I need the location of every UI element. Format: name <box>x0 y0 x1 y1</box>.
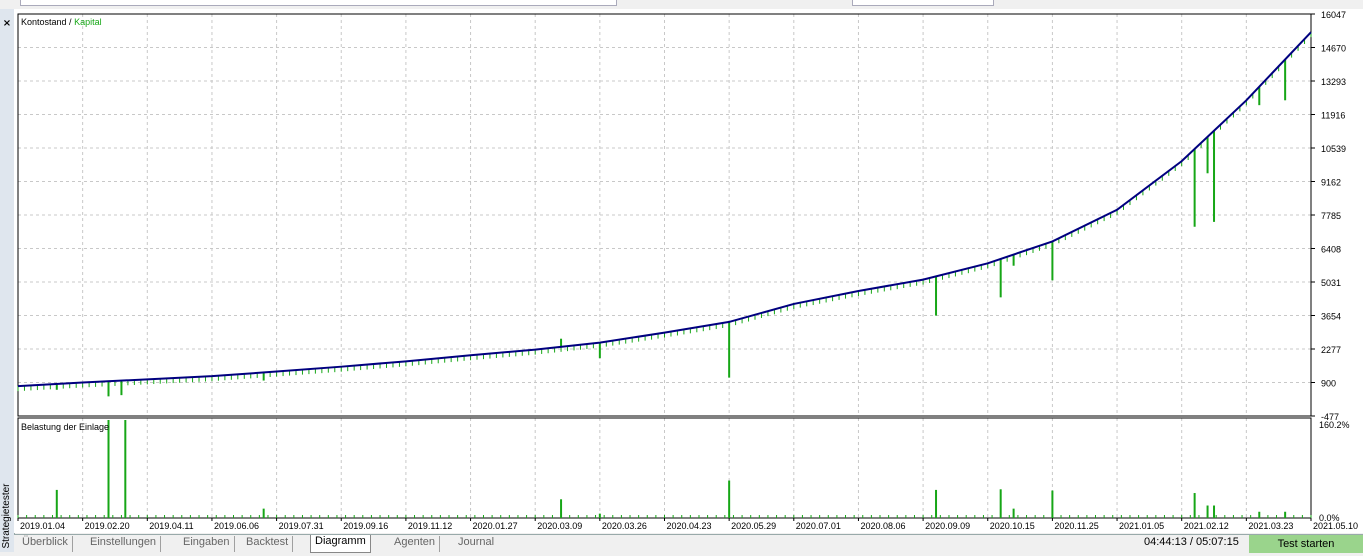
toolbar-field[interactable] <box>20 0 617 6</box>
x-tick-label: 2020.08.06 <box>860 521 905 531</box>
top-chart-grid <box>17 13 1312 417</box>
x-tick-label: 2019.11.12 <box>408 521 452 531</box>
x-tick-label: 2019.04.11 <box>149 521 193 531</box>
x-tick-label: 2020.01.27 <box>473 521 518 531</box>
y-tick-label: 6408 <box>1321 245 1341 255</box>
x-axis: 2019.01.04 2019.02.20 2019.04.11 2019.06.06… <box>17 518 1358 531</box>
strategy-tester-side-panel: × Strategietester <box>0 9 15 552</box>
x-tick-label: 2020.10.15 <box>990 521 1035 531</box>
tab-agents[interactable]: Agenten <box>390 536 440 552</box>
top-y-axis: 16047 14670 13293 11916 10539 9162 7785 6408 503… <box>1311 10 1346 422</box>
y-tick-label: 2277 <box>1321 345 1341 355</box>
y-tick-label: 13293 <box>1321 77 1346 87</box>
x-tick-label: 2021.01.05 <box>1119 521 1164 531</box>
elapsed-time-readout: 04:44:13 / 05:07:15 <box>1144 536 1239 548</box>
x-tick-label: 2020.05.29 <box>731 521 776 531</box>
bottom-chart-grid <box>17 418 1312 518</box>
legend-equity: Kapital <box>74 17 102 27</box>
x-tick-label: 2019.09.16 <box>343 521 388 531</box>
toolbar-field[interactable] <box>852 0 994 6</box>
close-icon[interactable]: × <box>1 18 13 30</box>
x-tick-label: 2021.05.10 <box>1313 521 1358 531</box>
bottom-y-axis: 160.2%0.0% <box>1319 420 1350 523</box>
x-tick-label: 2020.09.09 <box>925 521 970 531</box>
tab-chart[interactable]: Diagramm <box>310 535 371 553</box>
x-tick-label: 2020.11.25 <box>1054 521 1098 531</box>
y-tick-label: 9162 <box>1321 178 1341 188</box>
x-tick-label: 2019.07.31 <box>279 521 324 531</box>
y-tick-label: 14670 <box>1321 44 1346 54</box>
y-tick-label: 11916 <box>1321 111 1345 121</box>
x-tick-label: 2020.07.01 <box>796 521 841 531</box>
legend-balance: Kontostand <box>21 17 67 27</box>
tab-journal[interactable]: Journal <box>454 536 498 552</box>
y-tick-label: 3654 <box>1321 312 1341 322</box>
side-panel-title: Strategietester <box>1 483 12 549</box>
x-tick-label: 2020.03.09 <box>537 521 582 531</box>
y-tick-label: 10539 <box>1321 144 1346 154</box>
tab-overview[interactable]: Überblick <box>18 536 73 552</box>
y-tick-label: 5031 <box>1321 278 1341 288</box>
legend-sep: / <box>67 17 75 27</box>
x-tick-label: 2021.02.12 <box>1184 521 1229 531</box>
y-tick-label: 16047 <box>1321 10 1346 20</box>
y-tick-label: 7785 <box>1321 211 1341 221</box>
tab-settings[interactable]: Einstellungen <box>86 536 162 552</box>
x-tick-label: 2019.01.04 <box>20 521 65 531</box>
y-tick-label: 900 <box>1321 379 1336 389</box>
chart-area[interactable]: 16047 14670 13293 11916 10539 9162 7785 6408 503… <box>14 9 1363 533</box>
start-test-button[interactable]: Test starten <box>1249 535 1363 553</box>
x-tick-label: 2021.03.23 <box>1248 521 1293 531</box>
x-tick-label: 2020.04.23 <box>667 521 712 531</box>
x-tick-label: 2020.03.26 <box>602 521 647 531</box>
tab-inputs[interactable]: Eingaben <box>179 536 235 552</box>
x-tick-label: 2019.06.06 <box>214 521 259 531</box>
tab-backtest[interactable]: Backtest <box>242 536 294 552</box>
tester-tab-bar: Überblick Einstellungen Eingaben Backtes… <box>14 534 1363 553</box>
bottom-chart-title: Belastung der Einlage <box>21 422 109 432</box>
chart-svg: 16047 14670 13293 11916 10539 9162 7785 6408 503… <box>17 10 1358 531</box>
y-tick-label: 160.2% <box>1319 420 1350 430</box>
top-chart-legend: Kontostand / Kapital <box>21 17 102 27</box>
x-tick-label: 2019.02.20 <box>85 521 130 531</box>
